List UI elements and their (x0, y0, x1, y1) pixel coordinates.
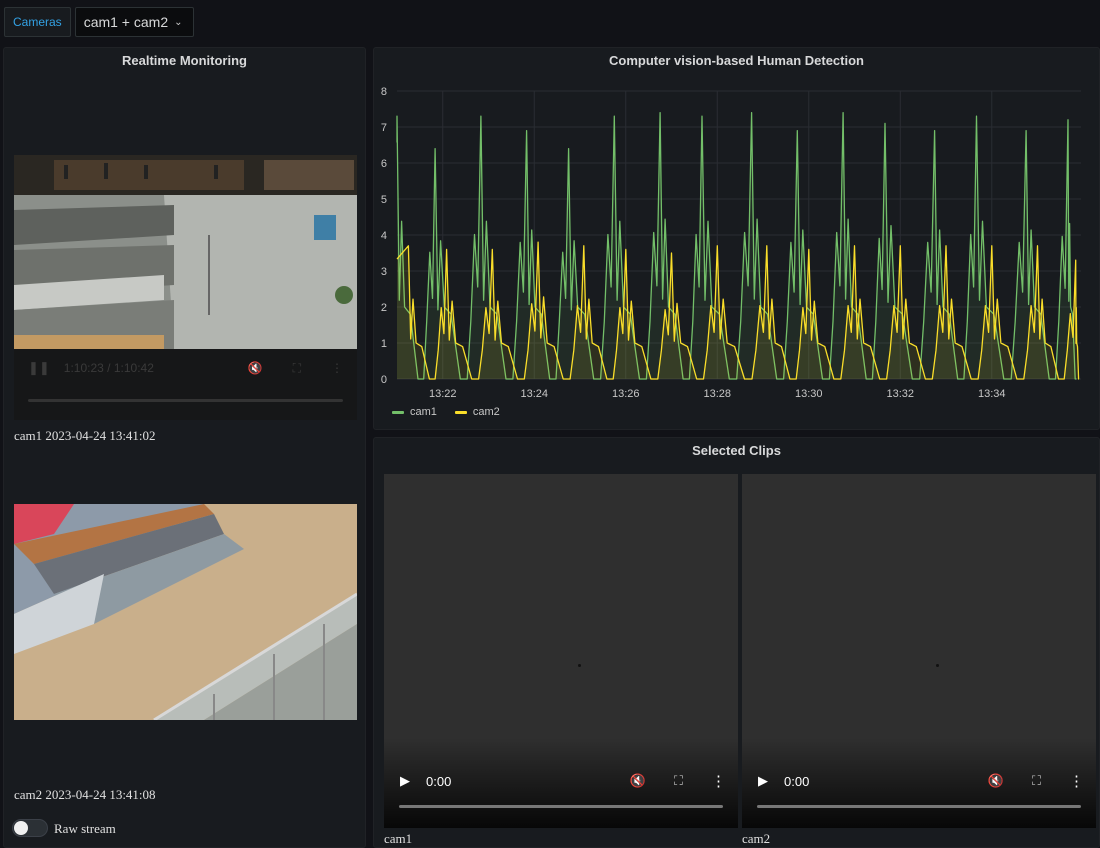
cam1-live-video[interactable] (14, 155, 357, 349)
clip-progress-bar[interactable] (399, 805, 723, 808)
y-tick-label: 2 (381, 302, 387, 314)
cam2-caption: cam2 2023-04-24 13:41:08 (14, 787, 156, 803)
legend-label: cam2 (472, 406, 500, 418)
x-tick-label: 13:22 (429, 388, 457, 400)
detection-chart[interactable]: 0 1 2 3 4 5 6 7 8 13:22 13:24 13:26 13:28 13:30 13:32 1… (374, 48, 1099, 429)
chevron-down-icon: ⌄ (174, 16, 183, 28)
cam2-caption-name: cam2 (14, 787, 43, 802)
y-tick-label: 8 (381, 86, 387, 98)
x-tick-label: 13:28 (704, 388, 732, 400)
mute-icon[interactable]: 🔇 (248, 361, 263, 375)
fullscreen-icon[interactable]: ⛶ (674, 773, 683, 789)
pause-icon[interactable]: ❚❚ (28, 360, 50, 376)
clip-controls: ▶ 0:00 🔇 ⛶ ⋮ (742, 766, 1096, 796)
clip-video-cam1[interactable]: ▶ 0:00 🔇 ⛶ ⋮ (384, 474, 738, 828)
raw-stream-label: Raw stream (54, 821, 116, 836)
toggle-knob (14, 821, 28, 835)
y-tick-label: 3 (381, 266, 387, 278)
selected-clips-panel: Selected Clips ▶ 0:00 🔇 ⛶ ⋮ cam1 ▶ 0:00 … (373, 437, 1100, 848)
raw-stream-toggle[interactable] (12, 819, 48, 837)
cam1-caption: cam1 2023-04-24 13:41:02 (14, 428, 156, 444)
cam1-caption-timestamp: 2023-04-24 13:41:02 (45, 428, 156, 443)
cameras-variable-value: cam1 + cam2 (83, 14, 169, 30)
fullscreen-icon[interactable]: ⛶ (1032, 773, 1041, 789)
variables-bar: Cameras cam1 + cam2 ⌄ (0, 0, 1100, 44)
x-tick-label: 13:26 (612, 388, 640, 400)
more-vertical-icon[interactable]: ⋮ (711, 772, 726, 790)
play-icon[interactable]: ▶ (400, 773, 410, 789)
legend-label: cam1 (410, 406, 437, 418)
y-tick-label: 5 (381, 194, 387, 206)
cameras-variable-select[interactable]: cam1 + cam2 ⌄ (74, 7, 194, 37)
cam1-caption-name: cam1 (14, 428, 43, 443)
cam2-caption-timestamp: 2023-04-24 13:41:08 (45, 787, 156, 802)
video-center-dot (936, 664, 939, 667)
y-tick-label: 7 (381, 122, 387, 134)
clip-video-cam2[interactable]: ▶ 0:00 🔇 ⛶ ⋮ (742, 474, 1096, 828)
y-tick-label: 1 (381, 338, 387, 350)
cam1-video-frame (14, 155, 357, 349)
cameras-variable-label: Cameras (4, 7, 71, 37)
x-tick-label: 13:24 (520, 388, 548, 400)
legend-item-cam2[interactable]: cam2 (454, 406, 500, 418)
realtime-monitoring-panel: Realtime Monitoring ❚❚ 1:10:23 / 1:10:42 (3, 47, 366, 848)
mute-icon[interactable]: 🔇 (988, 773, 1004, 789)
video-center-dot (578, 664, 581, 667)
legend-swatch (392, 410, 404, 414)
cam1-time-display: 1:10:23 / 1:10:42 (63, 361, 154, 375)
y-tick-label: 4 (381, 230, 387, 242)
legend-item-cam1[interactable]: cam1 (392, 406, 437, 418)
y-tick-label: 0 (381, 374, 387, 386)
more-vertical-icon[interactable]: ⋮ (331, 361, 343, 375)
clip-label-cam1: cam1 (384, 831, 413, 846)
legend-swatch (454, 410, 467, 414)
x-tick-label: 13:30 (795, 388, 823, 400)
fullscreen-icon[interactable]: ⛶ (293, 361, 301, 376)
panel-title: Selected Clips (692, 443, 781, 458)
y-tick-label: 6 (381, 158, 387, 170)
chart-legend: cam1 cam2 (392, 406, 500, 418)
clip-progress-bar[interactable] (757, 805, 1081, 808)
cam2-live-video[interactable] (14, 504, 357, 720)
x-tick-label: 13:32 (887, 388, 915, 400)
cam1-video-controls: ❚❚ 1:10:23 / 1:10:42 🔇 ⛶ ⋮ (14, 349, 357, 420)
cam2-video-frame (14, 504, 357, 720)
more-vertical-icon[interactable]: ⋮ (1069, 772, 1084, 790)
mute-icon[interactable]: 🔇 (630, 773, 646, 789)
cam1-progress-bar[interactable] (28, 399, 343, 402)
clip-time: 0:00 (426, 773, 452, 789)
human-detection-chart-panel: Computer vision-based Human Detection 01… (373, 47, 1100, 430)
play-icon[interactable]: ▶ (758, 773, 768, 789)
clip-controls: ▶ 0:00 🔇 ⛶ ⋮ (384, 766, 738, 796)
clip-label-cam2: cam2 (742, 831, 771, 846)
clip-time: 0:00 (784, 773, 810, 789)
x-tick-label: 13:34 (978, 388, 1006, 400)
panel-title: Realtime Monitoring (122, 53, 247, 68)
